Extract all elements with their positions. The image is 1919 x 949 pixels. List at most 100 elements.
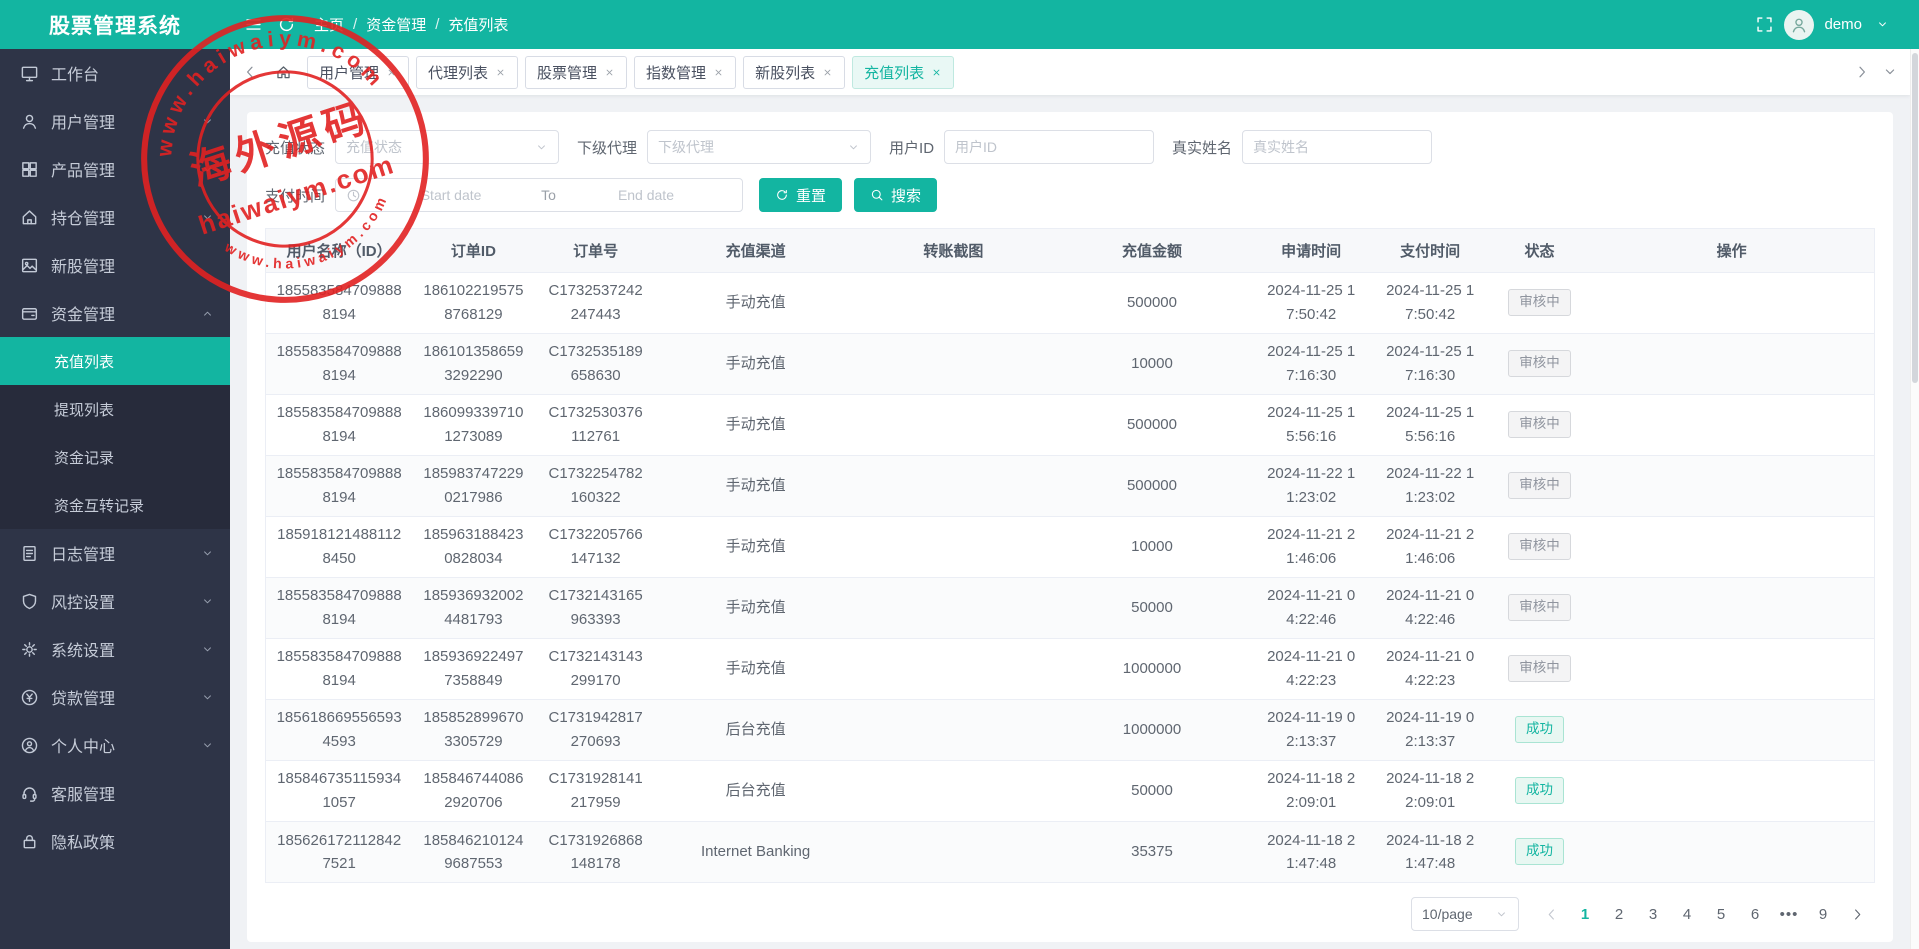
tab-label: 股票管理 — [537, 64, 598, 82]
sidebar-subitem[interactable]: 充值列表 — [0, 337, 230, 385]
refresh-icon[interactable] — [277, 15, 296, 34]
tabs-menu-button[interactable] — [1880, 64, 1900, 80]
recharge-status-placeholder: 充值状态 — [346, 139, 403, 155]
pay-time-range-picker[interactable]: Start date To End date — [335, 178, 744, 212]
page-button[interactable]: 5 — [1705, 898, 1737, 930]
page-button[interactable]: 4 — [1671, 898, 1703, 930]
page-button[interactable]: 1 — [1569, 898, 1601, 930]
sidebar-item[interactable]: 工作台 — [0, 49, 230, 97]
cell-channel: 手动充值 — [656, 272, 855, 334]
sub-agent-select[interactable]: 下级代理 — [647, 130, 872, 164]
table-row: 1856261721128427521 1858462101249687553 C1… — [266, 821, 1874, 882]
tab[interactable]: 指数管理 — [634, 55, 737, 89]
cell-order-no: C1731926868148178 — [548, 831, 643, 872]
cell-channel: 手动充值 — [656, 394, 855, 456]
page-scrollbar[interactable] — [1910, 49, 1919, 949]
sidebar-item[interactable]: 新股管理 — [0, 241, 230, 289]
sidebar-subitem[interactable]: 提现列表 — [0, 385, 230, 433]
tabs-scroll-right-button[interactable] — [1852, 64, 1872, 80]
sidebar-item[interactable]: 产品管理 — [0, 145, 230, 193]
cell-amount: 500000 — [1052, 455, 1252, 517]
close-icon[interactable] — [495, 67, 506, 78]
close-icon[interactable] — [931, 67, 942, 78]
cell-operation — [1589, 821, 1874, 882]
cell-operation — [1589, 638, 1874, 700]
privacy-icon — [20, 832, 39, 851]
cell-order-no: C1731942817270693 — [534, 699, 657, 761]
cell-operation — [1589, 699, 1874, 761]
next-page-button[interactable] — [1841, 898, 1873, 930]
tab[interactable]: 代理列表 — [416, 55, 519, 89]
status-badge: 成功 — [1514, 716, 1564, 743]
prev-page-button[interactable] — [1535, 898, 1567, 930]
close-icon[interactable] — [713, 67, 724, 78]
table-row: 1855835847098888194 1861013586593292290 C1… — [266, 333, 1874, 395]
cell-status: 审核中 — [1489, 577, 1590, 639]
sidebar-item[interactable]: 用户管理 — [0, 97, 230, 145]
cell-user-id: 1859181214881128450 — [266, 516, 413, 578]
sidebar-item-label: 风控设置 — [51, 595, 116, 612]
sidebar-item-label: 个人中心 — [51, 739, 116, 756]
cell-status: 成功 — [1489, 699, 1590, 761]
column-header: 订单号 — [534, 229, 657, 273]
cell-order-no: C1732530376112761 — [534, 394, 657, 456]
cell-channel: 手动充值 — [656, 455, 855, 517]
sidebar-subitem[interactable]: 资金记录 — [0, 433, 230, 481]
username[interactable]: demo — [1824, 16, 1862, 33]
sidebar-item-label: 工作台 — [51, 67, 100, 84]
chevron-down-icon — [201, 163, 214, 176]
tab-home[interactable] — [268, 55, 299, 89]
page-button[interactable]: 9 — [1807, 898, 1839, 930]
cell-apply-time: 2024-11-18 22:09:01 — [1251, 760, 1371, 822]
page-size-select[interactable]: 10/page — [1411, 897, 1519, 931]
cell-status: 审核中 — [1489, 333, 1590, 395]
sidebar-item[interactable]: 风控设置 — [0, 577, 230, 625]
cell-amount: 1000000 — [1052, 638, 1252, 700]
sidebar-subitem[interactable]: 资金互转记录 — [0, 481, 230, 529]
page-button[interactable]: 3 — [1637, 898, 1669, 930]
cell-screenshot — [854, 516, 1053, 578]
cell-amount: 500000 — [1052, 394, 1252, 456]
hamburger-icon[interactable] — [244, 15, 263, 34]
breadcrumb-item[interactable]: 主页 — [314, 14, 344, 35]
page-button[interactable]: 2 — [1603, 898, 1635, 930]
sidebar-item[interactable]: 客服管理 — [0, 769, 230, 817]
avatar[interactable] — [1784, 9, 1815, 40]
sidebar-item[interactable]: 资金管理 — [0, 289, 230, 337]
tab[interactable]: 用户管理 — [307, 55, 410, 89]
chevron-down-icon[interactable] — [1876, 18, 1889, 31]
tab[interactable]: 股票管理 — [525, 55, 628, 89]
sidebar-item[interactable]: 系统设置 — [0, 625, 230, 673]
sidebar-item[interactable]: 日志管理 — [0, 529, 230, 577]
sidebar-item[interactable]: 贷款管理 — [0, 673, 230, 721]
clock-icon — [346, 188, 361, 203]
close-icon[interactable] — [386, 67, 397, 78]
close-icon[interactable] — [604, 67, 615, 78]
real-name-input[interactable] — [1242, 130, 1433, 164]
search-button[interactable]: 搜索 — [854, 178, 938, 212]
sidebar-item[interactable]: 持仓管理 — [0, 193, 230, 241]
fullscreen-icon[interactable] — [1755, 15, 1774, 34]
tab[interactable]: 充值列表 — [852, 55, 955, 89]
breadcrumb: 主页 / 资金管理 / 充值列表 — [314, 14, 508, 35]
close-icon[interactable] — [822, 67, 833, 78]
page-button[interactable]: 6 — [1739, 898, 1771, 930]
tab[interactable]: 新股列表 — [743, 55, 846, 89]
tabs-scroll-left-button[interactable] — [240, 64, 260, 80]
sidebar-item[interactable]: 隐私政策 — [0, 817, 230, 865]
sidebar-item[interactable]: 个人中心 — [0, 721, 230, 769]
breadcrumb-item[interactable]: 资金管理 — [366, 14, 426, 35]
recharge-status-select[interactable]: 充值状态 — [335, 130, 560, 164]
filter-row-1: 充值状态 充值状态 下级代理 下级代理 用户ID 用户ID 真实姓名 真实姓名 — [265, 130, 1875, 164]
cell-user-id: 1856186695565934593 — [266, 699, 413, 761]
user-id-input[interactable] — [944, 130, 1155, 164]
chevron-down-icon — [201, 691, 214, 704]
reset-button[interactable]: 重置 — [759, 178, 843, 212]
scrollbar-thumb[interactable] — [1912, 53, 1918, 383]
service-icon — [20, 784, 39, 803]
cell-order-id: 1861013586593292290 — [412, 333, 535, 395]
cell-order-id: 1859837472290217986 — [412, 455, 535, 517]
app-title: 股票管理系统 — [49, 14, 181, 38]
recharge-table: 用户名称（ID） 订单ID 订单号 充值渠道 转账截图 充值金额 申请时间 支付时间 状态 操作 … — [265, 228, 1875, 883]
chevron-down-icon — [201, 739, 214, 752]
